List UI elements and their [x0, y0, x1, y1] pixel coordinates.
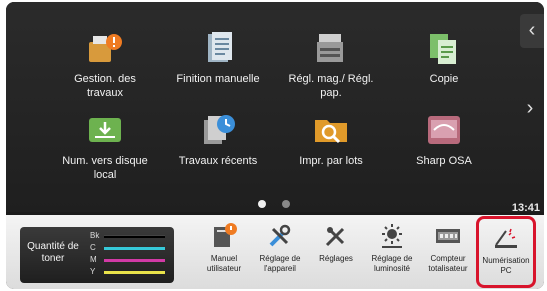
tile-finishing[interactable]: Finition manuelle	[173, 14, 263, 104]
dock-label: Réglage de luminosité	[371, 254, 413, 273]
brightness-icon	[377, 221, 407, 251]
tile-label: Sharp OSA	[416, 155, 472, 167]
toner-channel-label: Y	[90, 267, 96, 276]
job-status-icon	[85, 28, 125, 68]
pc-scan-icon	[491, 223, 521, 253]
dock-label: Numérisation PC	[482, 256, 530, 275]
tile-label: Copie	[429, 73, 459, 85]
toner-row-c: C	[90, 243, 170, 253]
tile-label: Impr. par lots	[299, 155, 363, 167]
tile-tray-settings[interactable]: Régl. mag./ Régl. pap.	[286, 14, 376, 104]
tile-sharp-osa[interactable]: Sharp OSA	[399, 96, 489, 186]
tile-job-status[interactable]: Gestion. des travaux	[60, 14, 150, 104]
toner-bar-c	[104, 247, 165, 250]
toner-channel-label: Bk	[90, 231, 100, 240]
page-dot[interactable]	[282, 200, 290, 208]
toner-channel-label: M	[90, 255, 97, 264]
toner-bar-m	[104, 259, 165, 262]
finishing-icon	[198, 28, 238, 68]
bottom-dock: Quantité de toner Bk C M Y Manuel utilis…	[6, 215, 544, 289]
dock-label: Manuel utilisateur	[206, 254, 242, 273]
dock-label: Réglage de l'appareil	[259, 254, 301, 273]
tile-label: Travaux récents	[178, 155, 258, 167]
dock-label: Compteur totalisateur	[428, 254, 468, 273]
toner-channel-label: C	[90, 243, 96, 252]
tray-settings-icon	[311, 28, 351, 68]
copy-icon	[424, 28, 464, 68]
tile-label: Num. vers disque local	[62, 155, 148, 181]
settings-button[interactable]: Réglages	[308, 217, 364, 287]
toner-bar-bk	[104, 235, 165, 238]
counter-icon	[433, 221, 463, 251]
home-screen: Gestion. des travaux Finition manuelle R…	[6, 2, 544, 214]
toner-row-y: Y	[90, 267, 170, 277]
tile-copy[interactable]: Copie	[399, 14, 489, 104]
toner-level-panel[interactable]: Quantité de toner Bk C M Y	[20, 227, 174, 283]
device-settings-icon	[265, 221, 295, 251]
pc-scan-button[interactable]: Numérisation PC	[476, 216, 536, 288]
clock: 13:41	[511, 202, 540, 214]
counter-button[interactable]: Compteur totalisateur	[420, 217, 476, 287]
sharp-osa-icon	[424, 110, 464, 150]
recent-jobs-icon	[198, 110, 238, 150]
tile-batch-print[interactable]: Impr. par lots	[286, 96, 376, 186]
toner-row-bk: Bk	[90, 231, 170, 241]
dock-label: Réglages	[319, 254, 353, 263]
toner-label: Quantité de toner	[27, 241, 79, 264]
settings-icon	[321, 221, 351, 251]
page-dot-active[interactable]	[258, 200, 266, 208]
toner-bar-y	[104, 271, 165, 274]
device-panel: Gestion. des travaux Finition manuelle R…	[6, 2, 544, 289]
toner-row-m: M	[90, 255, 170, 265]
batch-print-icon	[311, 110, 351, 150]
user-manual-button[interactable]: Manuel utilisateur	[196, 217, 252, 287]
tile-recent-jobs[interactable]: Travaux récents	[173, 96, 263, 186]
user-manual-icon	[209, 221, 239, 251]
next-page-arrow[interactable]: ›	[518, 96, 542, 120]
collapse-panel-button[interactable]: ‹	[520, 14, 544, 48]
brightness-button[interactable]: Réglage de luminosité	[364, 217, 420, 287]
tile-scan-to-local-drive[interactable]: Num. vers disque local	[60, 96, 150, 186]
tile-label: Finition manuelle	[176, 73, 260, 85]
screen: Gestion. des travaux Finition manuelle R…	[0, 0, 547, 291]
scan-to-local-drive-icon	[85, 110, 125, 150]
page-indicator	[258, 195, 306, 213]
device-settings-button[interactable]: Réglage de l'appareil	[252, 217, 308, 287]
